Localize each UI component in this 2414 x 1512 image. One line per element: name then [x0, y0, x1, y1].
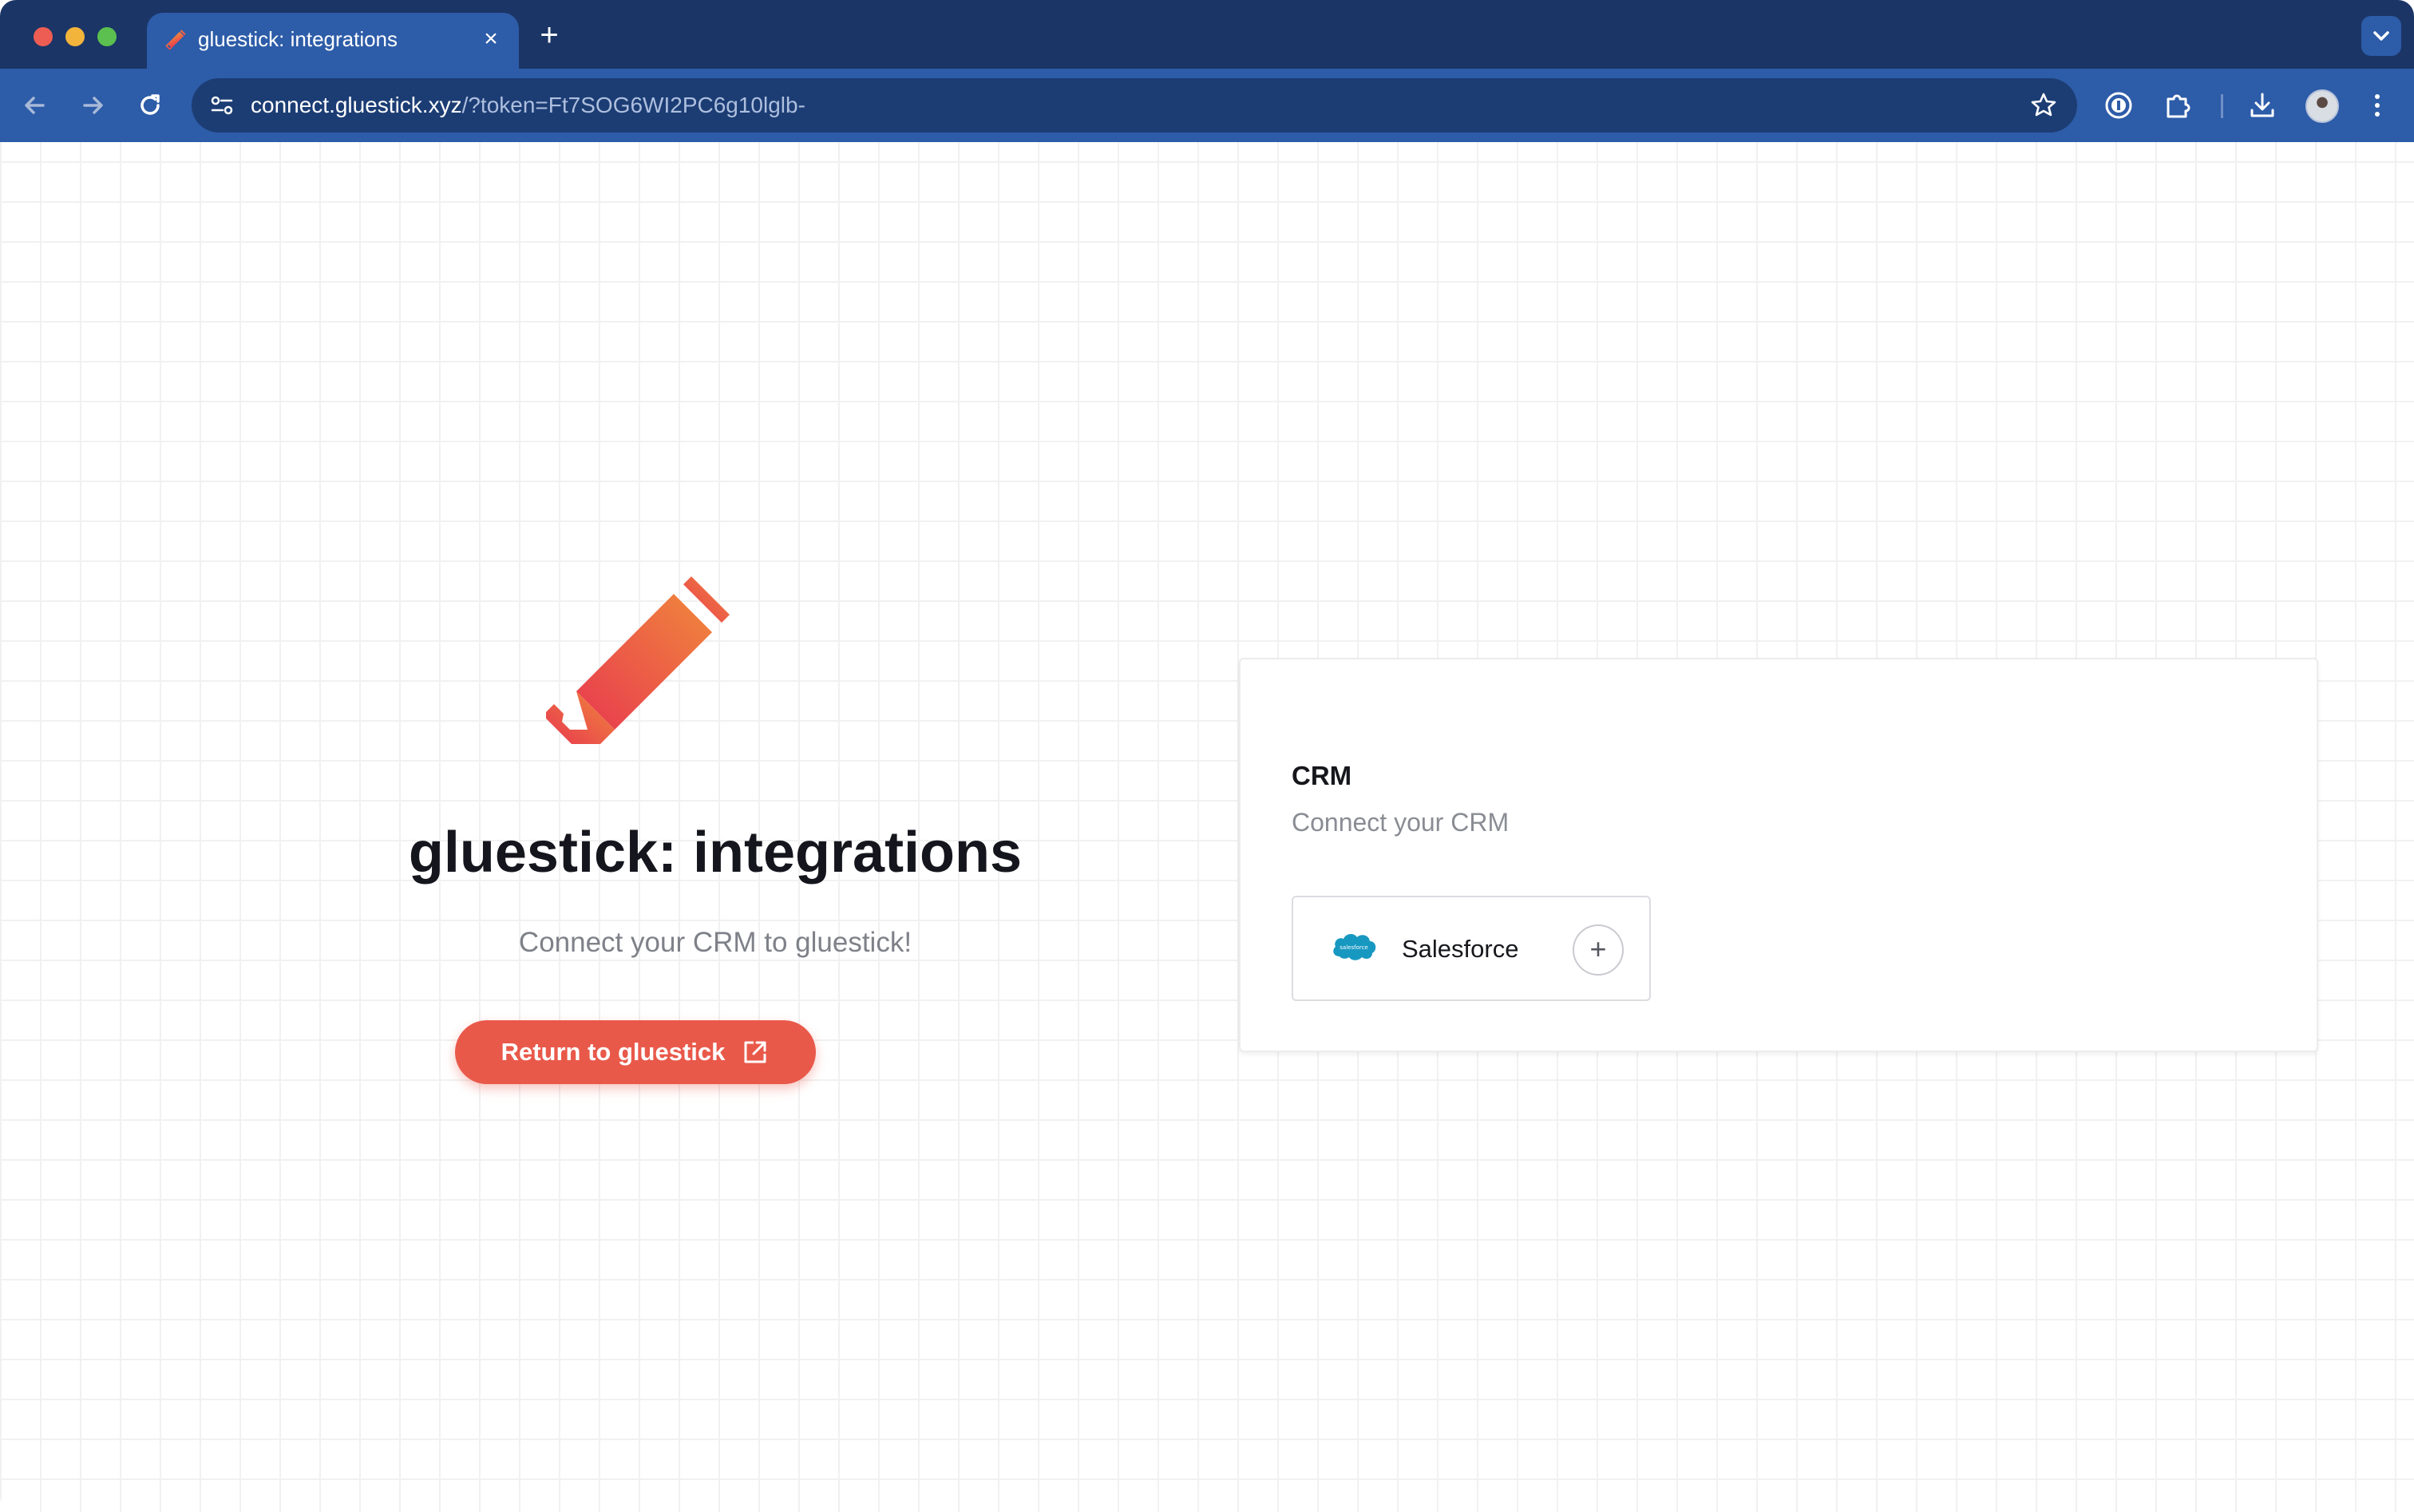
chevron-down-icon [2373, 31, 2389, 41]
gluestick-logo-icon [546, 576, 730, 744]
reload-icon[interactable] [131, 86, 169, 125]
url-path: /?token=Ft7SOG6WI2PC6g10lglb- [461, 93, 805, 117]
page-content: gluestick: integrations Connect your CRM… [0, 142, 2414, 1512]
gluestick-favicon-icon [165, 30, 186, 50]
url-host: connect.gluestick.xyz [251, 93, 462, 117]
external-link-icon [744, 1041, 766, 1063]
toolbar-divider [2221, 94, 2223, 118]
add-integration-button[interactable]: + [1573, 924, 1624, 976]
page-subtitle: Connect your CRM to gluestick! [518, 927, 912, 958]
password-manager-icon[interactable] [2101, 88, 2136, 123]
extensions-icon[interactable] [2160, 88, 2195, 123]
tab-close-icon[interactable]: × [477, 26, 505, 53]
forward-arrow-icon[interactable] [73, 86, 112, 125]
close-window-button[interactable] [34, 27, 53, 46]
crm-card: CRM Connect your CRM salesforce Salesfor… [1239, 658, 2318, 1052]
tab-search-button[interactable] [2361, 16, 2401, 56]
browser-tab-active[interactable]: gluestick: integrations × [147, 13, 519, 69]
crm-card-title: CRM [1292, 761, 1352, 790]
minimize-window-button[interactable] [65, 27, 85, 46]
tab-strip: gluestick: integrations × + [0, 0, 2414, 69]
integration-name: Salesforce [1402, 935, 1519, 963]
return-to-gluestick-button[interactable]: Return to gluestick [455, 1020, 816, 1084]
browser-toolbar: connect.gluestick.xyz/?token=Ft7SOG6WI2P… [0, 69, 2414, 142]
download-icon[interactable] [2245, 88, 2280, 123]
bookmark-star-icon[interactable] [2028, 89, 2060, 121]
site-info-icon[interactable] [208, 91, 236, 120]
salesforce-logo-icon: salesforce [1333, 934, 1376, 960]
crm-card-subtitle: Connect your CRM [1292, 808, 1510, 837]
back-arrow-icon[interactable] [16, 86, 54, 125]
tab-title: gluestick: integrations [198, 27, 398, 51]
url-text[interactable]: connect.gluestick.xyz/?token=Ft7SOG6WI2P… [251, 91, 805, 120]
new-tab-button[interactable]: + [533, 19, 565, 51]
return-button-label: Return to gluestick [501, 1038, 726, 1066]
integration-salesforce[interactable]: salesforce Salesforce + [1292, 896, 1651, 1001]
profile-avatar[interactable] [2305, 89, 2339, 123]
more-menu-icon[interactable] [2360, 88, 2395, 123]
maximize-window-button[interactable] [97, 27, 117, 46]
salesforce-logo-text: salesforce [1340, 944, 1367, 951]
address-bar[interactable]: connect.gluestick.xyz/?token=Ft7SOG6WI2P… [192, 78, 2077, 133]
browser-window: gluestick: integrations × + connect.glue… [0, 0, 2414, 1512]
page-title: gluestick: integrations [408, 821, 1023, 885]
